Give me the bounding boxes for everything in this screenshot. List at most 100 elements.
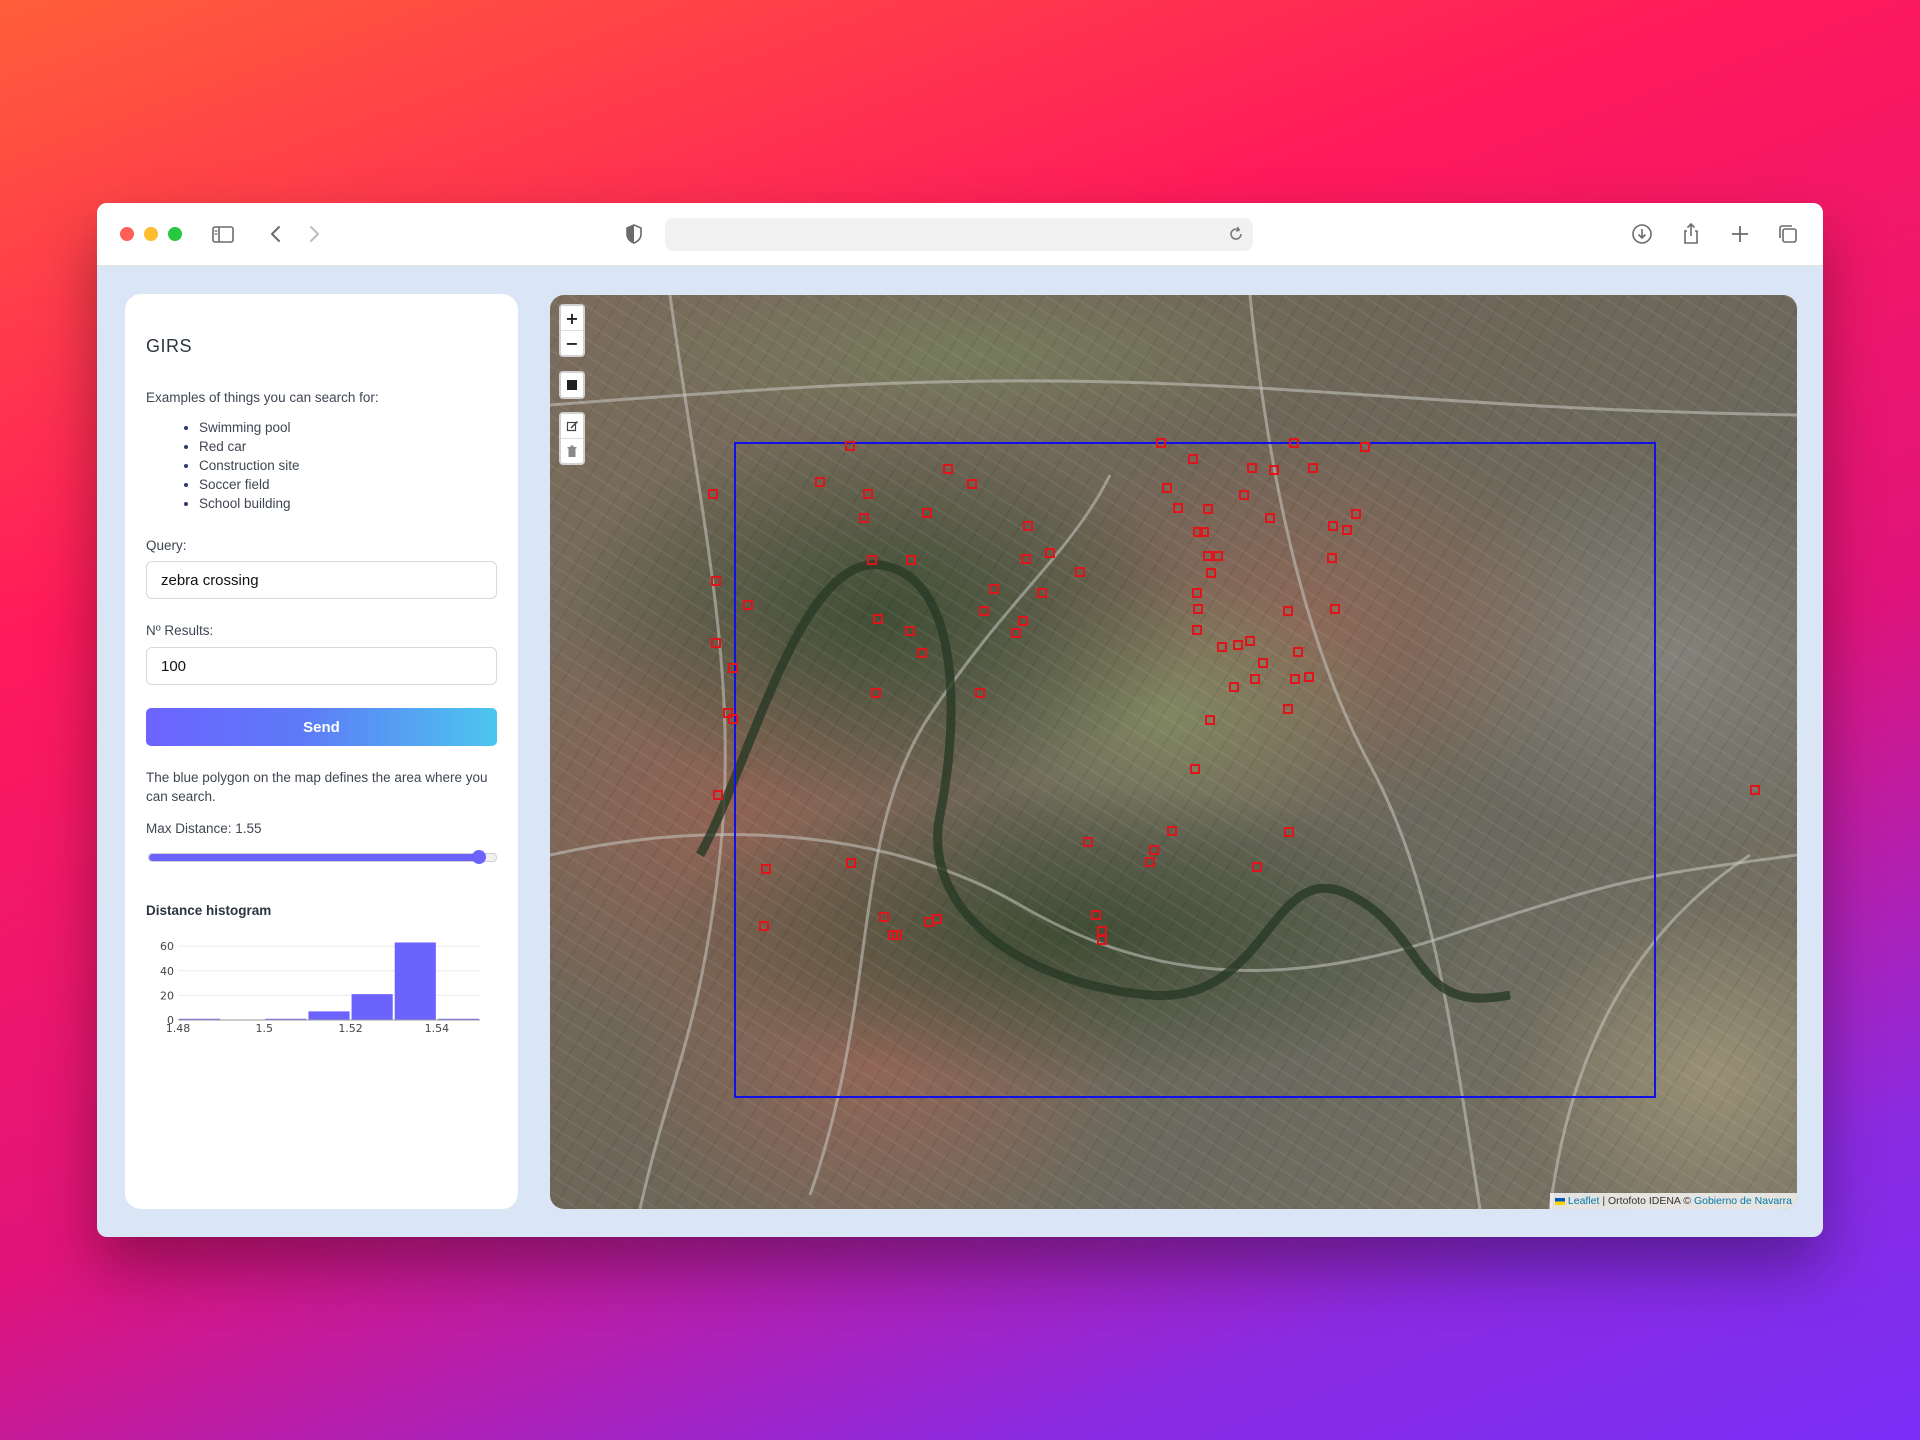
result-marker[interactable] <box>1245 636 1255 646</box>
result-marker[interactable] <box>1145 857 1155 867</box>
result-marker[interactable] <box>1203 551 1213 561</box>
zoom-in-button[interactable]: + <box>561 306 583 330</box>
result-marker[interactable] <box>905 626 915 636</box>
result-marker[interactable] <box>1173 503 1183 513</box>
gobierno-link[interactable]: Gobierno de Navarra <box>1694 1195 1792 1207</box>
result-marker[interactable] <box>761 864 771 874</box>
result-marker[interactable] <box>759 921 769 931</box>
result-marker[interactable] <box>871 688 881 698</box>
result-marker[interactable] <box>1327 553 1337 563</box>
result-marker[interactable] <box>922 508 932 518</box>
result-marker[interactable] <box>1193 604 1203 614</box>
delete-layers-button[interactable] <box>561 438 583 463</box>
result-marker[interactable] <box>1750 785 1760 795</box>
result-marker[interactable] <box>1308 463 1318 473</box>
result-marker[interactable] <box>1233 640 1243 650</box>
address-bar[interactable] <box>665 218 1253 251</box>
result-marker[interactable] <box>1011 628 1021 638</box>
result-marker[interactable] <box>1293 647 1303 657</box>
new-tab-icon[interactable] <box>1727 221 1753 247</box>
result-marker[interactable] <box>917 648 927 658</box>
result-marker[interactable] <box>943 464 953 474</box>
result-marker[interactable] <box>1023 521 1033 531</box>
result-marker[interactable] <box>846 858 856 868</box>
result-marker[interactable] <box>1290 674 1300 684</box>
result-marker[interactable] <box>1162 483 1172 493</box>
result-marker[interactable] <box>1284 827 1294 837</box>
result-marker[interactable] <box>1188 454 1198 464</box>
result-marker[interactable] <box>708 489 718 499</box>
forward-icon[interactable] <box>301 221 327 247</box>
result-marker[interactable] <box>1217 642 1227 652</box>
result-marker[interactable] <box>1252 862 1262 872</box>
result-marker[interactable] <box>863 489 873 499</box>
zoom-out-button[interactable]: − <box>561 330 583 355</box>
result-marker[interactable] <box>859 513 869 523</box>
results-input[interactable] <box>146 647 497 685</box>
close-window-button[interactable] <box>120 227 134 241</box>
result-marker[interactable] <box>1351 509 1361 519</box>
minimize-window-button[interactable] <box>144 227 158 241</box>
edit-icon <box>566 420 578 431</box>
result-marker[interactable] <box>1258 658 1268 668</box>
result-marker[interactable] <box>989 584 999 594</box>
result-marker[interactable] <box>1283 606 1293 616</box>
result-marker[interactable] <box>879 912 889 922</box>
result-marker[interactable] <box>1045 548 1055 558</box>
shield-icon[interactable] <box>621 221 647 247</box>
result-marker[interactable] <box>1250 674 1260 684</box>
search-area-polygon[interactable] <box>734 442 1656 1098</box>
result-marker[interactable] <box>1021 554 1031 564</box>
sidebar-toggle-icon[interactable] <box>210 221 236 247</box>
result-marker[interactable] <box>1265 513 1275 523</box>
result-marker[interactable] <box>743 600 753 610</box>
result-marker[interactable] <box>1083 837 1093 847</box>
result-marker[interactable] <box>873 614 883 624</box>
result-marker[interactable] <box>1213 551 1223 561</box>
result-marker[interactable] <box>1247 463 1257 473</box>
query-input[interactable] <box>146 561 497 599</box>
slider-thumb[interactable] <box>471 850 486 864</box>
result-marker[interactable] <box>1239 490 1249 500</box>
tabs-icon[interactable] <box>1775 221 1801 247</box>
result-marker[interactable] <box>1304 672 1314 682</box>
result-marker[interactable] <box>1149 845 1159 855</box>
draw-rectangle-button[interactable] <box>561 373 583 397</box>
result-marker[interactable] <box>1075 567 1085 577</box>
max-distance-slider[interactable] <box>148 850 497 864</box>
result-marker[interactable] <box>924 917 934 927</box>
result-marker[interactable] <box>1192 625 1202 635</box>
result-marker[interactable] <box>1167 826 1177 836</box>
edit-layers-button[interactable] <box>561 414 583 438</box>
result-marker[interactable] <box>815 477 825 487</box>
share-icon[interactable] <box>1678 221 1704 247</box>
result-marker[interactable] <box>1229 682 1239 692</box>
download-icon[interactable] <box>1629 221 1655 247</box>
result-marker[interactable] <box>1328 521 1338 531</box>
result-marker[interactable] <box>713 790 723 800</box>
result-marker[interactable] <box>1192 588 1202 598</box>
result-marker[interactable] <box>975 688 985 698</box>
result-marker[interactable] <box>979 606 989 616</box>
satellite-map[interactable]: + − Leaflet | Ortofoto IDENA © Gobierno … <box>550 295 1797 1209</box>
result-marker[interactable] <box>1097 926 1107 936</box>
result-marker[interactable] <box>906 555 916 565</box>
result-marker[interactable] <box>1091 910 1101 920</box>
send-button[interactable]: Send <box>146 708 497 746</box>
result-marker[interactable] <box>1190 764 1200 774</box>
result-marker[interactable] <box>1206 568 1216 578</box>
back-icon[interactable] <box>263 221 289 247</box>
result-marker[interactable] <box>1205 715 1215 725</box>
result-marker[interactable] <box>1283 704 1293 714</box>
zoom-window-button[interactable] <box>168 227 182 241</box>
result-marker[interactable] <box>1330 604 1340 614</box>
reload-icon[interactable] <box>1225 223 1247 245</box>
result-marker[interactable] <box>967 479 977 489</box>
result-marker[interactable] <box>1018 616 1028 626</box>
result-marker[interactable] <box>1037 588 1047 598</box>
result-marker[interactable] <box>1203 504 1213 514</box>
result-marker[interactable] <box>1360 442 1370 452</box>
result-marker[interactable] <box>1342 525 1352 535</box>
leaflet-link[interactable]: Leaflet <box>1568 1195 1600 1207</box>
result-marker[interactable] <box>932 914 942 924</box>
